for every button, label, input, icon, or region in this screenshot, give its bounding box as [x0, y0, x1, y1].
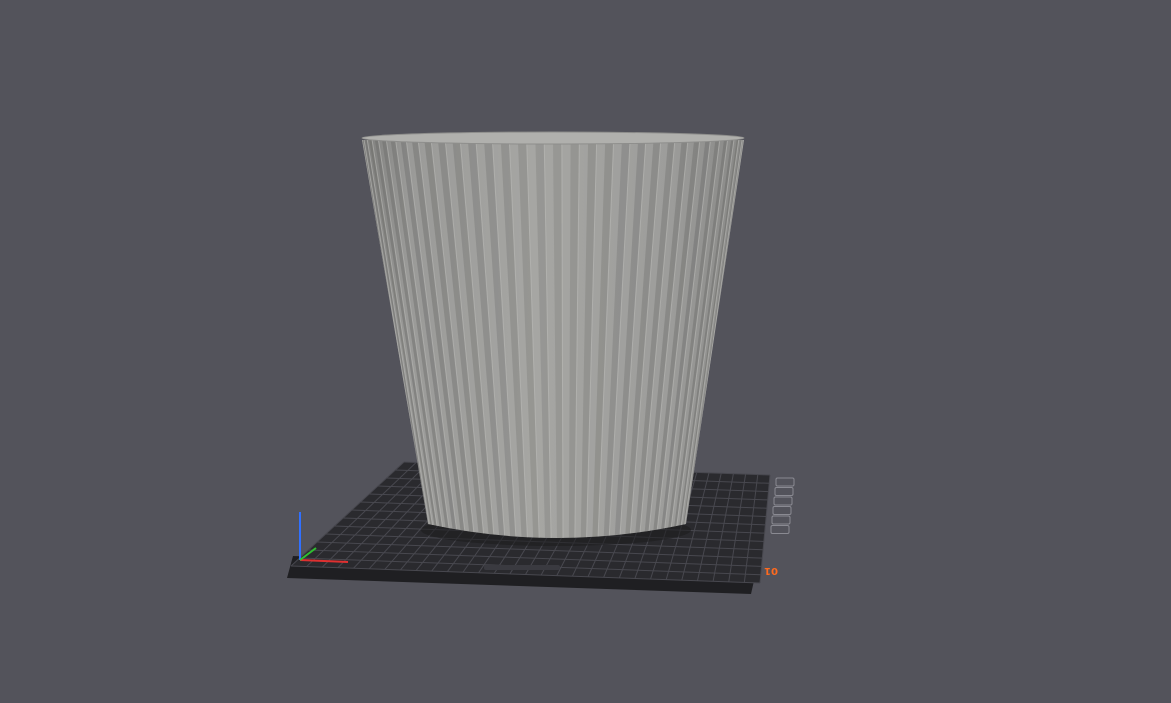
plate-number-label: 01: [764, 565, 778, 576]
plate-handle: [484, 565, 560, 570]
delete-icon[interactable]: [770, 525, 790, 534]
arrange-icon[interactable]: [775, 477, 795, 487]
plate-toolbar[interactable]: [770, 477, 795, 534]
lock-icon[interactable]: [773, 496, 793, 506]
settings-icon[interactable]: [772, 506, 792, 515]
orient-icon[interactable]: [774, 487, 794, 496]
scene-canvas[interactable]: 01: [0, 0, 1171, 703]
fill-icon[interactable]: [771, 515, 791, 525]
3d-viewport[interactable]: 01: [0, 0, 1171, 703]
cup-rim: [361, 131, 745, 145]
